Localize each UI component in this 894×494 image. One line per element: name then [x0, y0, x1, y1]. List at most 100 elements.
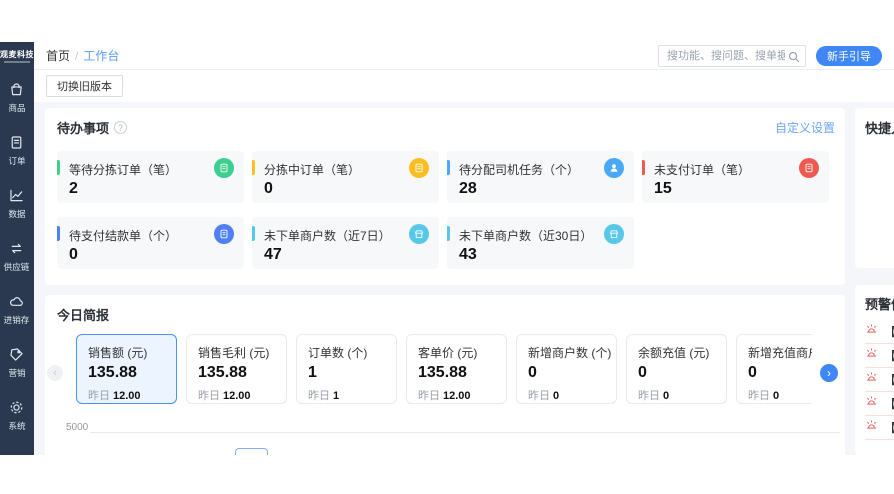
scroll-right-button[interactable]: › — [820, 364, 838, 382]
todo-card-label: 待支付结款单（个） — [69, 229, 178, 243]
sidebar-item-orders[interactable]: 订单 — [8, 134, 26, 167]
alert-label: 【保质 — [884, 371, 894, 388]
logo-tagline — [4, 61, 30, 63]
chart-tab-chip[interactable] — [235, 448, 268, 455]
sidebar-item-data[interactable]: 数据 — [8, 187, 26, 220]
todo-card-driver-tasks[interactable]: 待分配司机任务（个） 28 — [447, 151, 634, 203]
accent-bar — [447, 160, 450, 175]
alert-item[interactable]: 【报价 — [865, 416, 894, 440]
todo-card-label: 待分配司机任务（个） — [459, 163, 580, 177]
sidebar-item-products[interactable]: 商品 — [8, 81, 26, 114]
todo-card-value: 2 — [69, 180, 78, 197]
alert-label: 【保质 — [884, 347, 894, 364]
alerts-panel: 预警信息 【订单 【保质 — [855, 285, 894, 455]
briefing-card-value: 0 — [528, 364, 537, 381]
sidebar-menu: 商品 订单 数据 供应链 进销存 营销 系统 — [3, 81, 30, 432]
main-area: 首页 / 工作台 新手引导 切换旧版本 — [34, 42, 894, 455]
todo-card-label: 未下单商户数（近30日） — [459, 229, 593, 243]
briefing-card-new-recharge-merchants[interactable]: 新增充值商户数 (个) 0 昨日0 — [736, 334, 812, 404]
todo-header: 待办事项 ? 自定义设置 — [45, 118, 845, 137]
todo-card-unpaid-orders[interactable]: 未支付订单（笔） 15 — [642, 151, 829, 203]
sidebar-item-marketing[interactable]: 营销 — [8, 346, 26, 379]
briefing-card-new-merchants[interactable]: 新增商户数 (个) 0 昨日 0 — [516, 334, 617, 404]
alarm-icon — [865, 347, 878, 365]
briefing-card-sales[interactable]: 销售额 (元) 135.88 昨日 12.00 — [76, 334, 177, 404]
content: 待办事项 ? 自定义设置 等待分拣订单（笔） 2 分拣中订单（笔） 0 待分配司… — [34, 102, 894, 455]
alert-item[interactable]: 【保质 — [865, 392, 894, 416]
sidebar-item-label: 营销 — [8, 368, 26, 378]
briefing-card-label: 订单数 (个) — [308, 346, 368, 360]
briefing-card-avg-order-value[interactable]: 客单价 (元) 135.88 昨日 12.00 — [406, 334, 507, 404]
briefing-card-scroller: 销售额 (元) 135.88 昨日 12.00 销售毛利 (元) 135.88 昨… — [76, 334, 812, 405]
briefing-card-balance-recharge[interactable]: 余额充值 (元) 0 昨日 0 — [626, 334, 727, 404]
order-doc-icon — [409, 158, 429, 178]
chart-y-axis-tick: 5000 — [66, 422, 89, 433]
briefing-card-order-count[interactable]: 订单数 (个) 1 昨日 1 — [296, 334, 397, 404]
alerts-title: 预警信息 — [865, 297, 894, 312]
briefing-panel: 今日简报 ‹ 销售额 (元) 135.88 昨日12.00 销售毛利 (元) — [45, 295, 845, 455]
breadcrumb-current[interactable]: 工作台 — [83, 47, 119, 64]
todo-card-no-order-7d[interactable]: 未下单商户数（近7日） 47 — [252, 217, 439, 269]
todo-card-wait-sorting[interactable]: 等待分拣订单（笔） 2 — [57, 151, 244, 203]
switch-old-version-button[interactable]: 切换旧版本 — [46, 74, 123, 97]
briefing-card-prev: 昨日 1 — [308, 390, 340, 402]
accent-bar — [57, 160, 60, 175]
todo-title: 待办事项 — [57, 121, 110, 136]
alert-label: 【保质 — [884, 395, 894, 412]
help-icon[interactable]: ? — [114, 121, 128, 134]
search-input[interactable] — [665, 45, 787, 66]
quick-entry-title: 快捷入口 — [865, 121, 894, 136]
supply-icon — [8, 240, 25, 257]
todo-card-unpaid-settlement[interactable]: 待支付结款单（个） 0 — [57, 217, 244, 269]
merchant-icon — [604, 224, 624, 244]
briefing-card-value: 1 — [308, 364, 317, 381]
bill-icon — [214, 224, 234, 244]
breadcrumb-home[interactable]: 首页 — [46, 47, 70, 64]
accent-bar — [252, 226, 255, 241]
global-search — [658, 44, 806, 68]
briefing-card-prev: 昨日 0 — [528, 390, 560, 402]
alert-item[interactable]: 【保质 — [865, 344, 894, 368]
briefing-card-label: 余额充值 (元) — [638, 346, 710, 360]
gear-icon — [8, 399, 25, 416]
todo-panel: 待办事项 ? 自定义设置 等待分拣订单（笔） 2 分拣中订单（笔） 0 待分配司… — [45, 108, 845, 285]
accent-bar — [642, 160, 645, 175]
search-icon[interactable] — [788, 50, 800, 68]
alert-item[interactable]: 【订单 — [865, 320, 894, 344]
briefing-card-value: 135.88 — [88, 364, 137, 381]
todo-card-sorting[interactable]: 分拣中订单（笔） 0 — [252, 151, 439, 203]
sidebar-item-inventory[interactable]: 进销存 — [3, 293, 30, 326]
order-doc-icon — [799, 158, 819, 178]
beginner-guide-button[interactable]: 新手引导 — [816, 45, 882, 66]
sidebar: 观麦科技 商品 订单 数据 供应链 进销存 营销 系统 — [0, 42, 34, 455]
breadcrumb: 首页 / 工作台 — [46, 47, 119, 64]
todo-card-label: 分拣中订单（笔） — [264, 163, 361, 177]
sidebar-item-label: 供应链 — [4, 262, 30, 272]
briefing-card-value: 0 — [748, 364, 757, 381]
briefing-card-gross-profit[interactable]: 销售毛利 (元) 135.88 昨日 12.00 — [186, 334, 287, 404]
alert-item[interactable]: 【保质 — [865, 368, 894, 392]
accent-bar — [447, 226, 450, 241]
page: 观麦科技 商品 订单 数据 供应链 进销存 营销 系统 首页 / 工作台 搜功能… — [0, 0, 894, 494]
order-doc-icon — [214, 158, 234, 178]
chart-gridline — [90, 432, 840, 433]
sidebar-item-supply-chain[interactable]: 供应链 — [3, 240, 30, 273]
todo-card-no-order-30d[interactable]: 未下单商户数（近30日） 43 — [447, 217, 634, 269]
briefing-card-prev: 昨日 12.00 — [198, 390, 251, 402]
scroll-left-button[interactable]: ‹ — [47, 365, 63, 381]
customize-settings-link[interactable]: 自定义设置 — [775, 119, 835, 136]
briefing-card-label: 新增充值商户数 (个) — [748, 346, 812, 360]
briefing-card-prev: 昨日 0 — [638, 390, 670, 402]
order-icon — [8, 134, 25, 151]
todo-card-value: 0 — [69, 246, 78, 263]
left-column: 待办事项 ? 自定义设置 等待分拣订单（笔） 2 分拣中订单（笔） 0 待分配司… — [45, 108, 845, 455]
tag-icon — [8, 346, 25, 363]
bag-icon — [8, 81, 25, 98]
briefing-card-value: 135.88 — [198, 364, 247, 381]
todo-card-label: 等待分拣订单（笔） — [69, 163, 178, 177]
chart-icon — [8, 187, 25, 204]
sidebar-item-system[interactable]: 系统 — [8, 399, 26, 432]
briefing-card-value: 135.88 — [418, 364, 467, 381]
alert-label: 【报价 — [884, 419, 894, 436]
topbar: 首页 / 工作台 新手引导 — [34, 42, 894, 70]
